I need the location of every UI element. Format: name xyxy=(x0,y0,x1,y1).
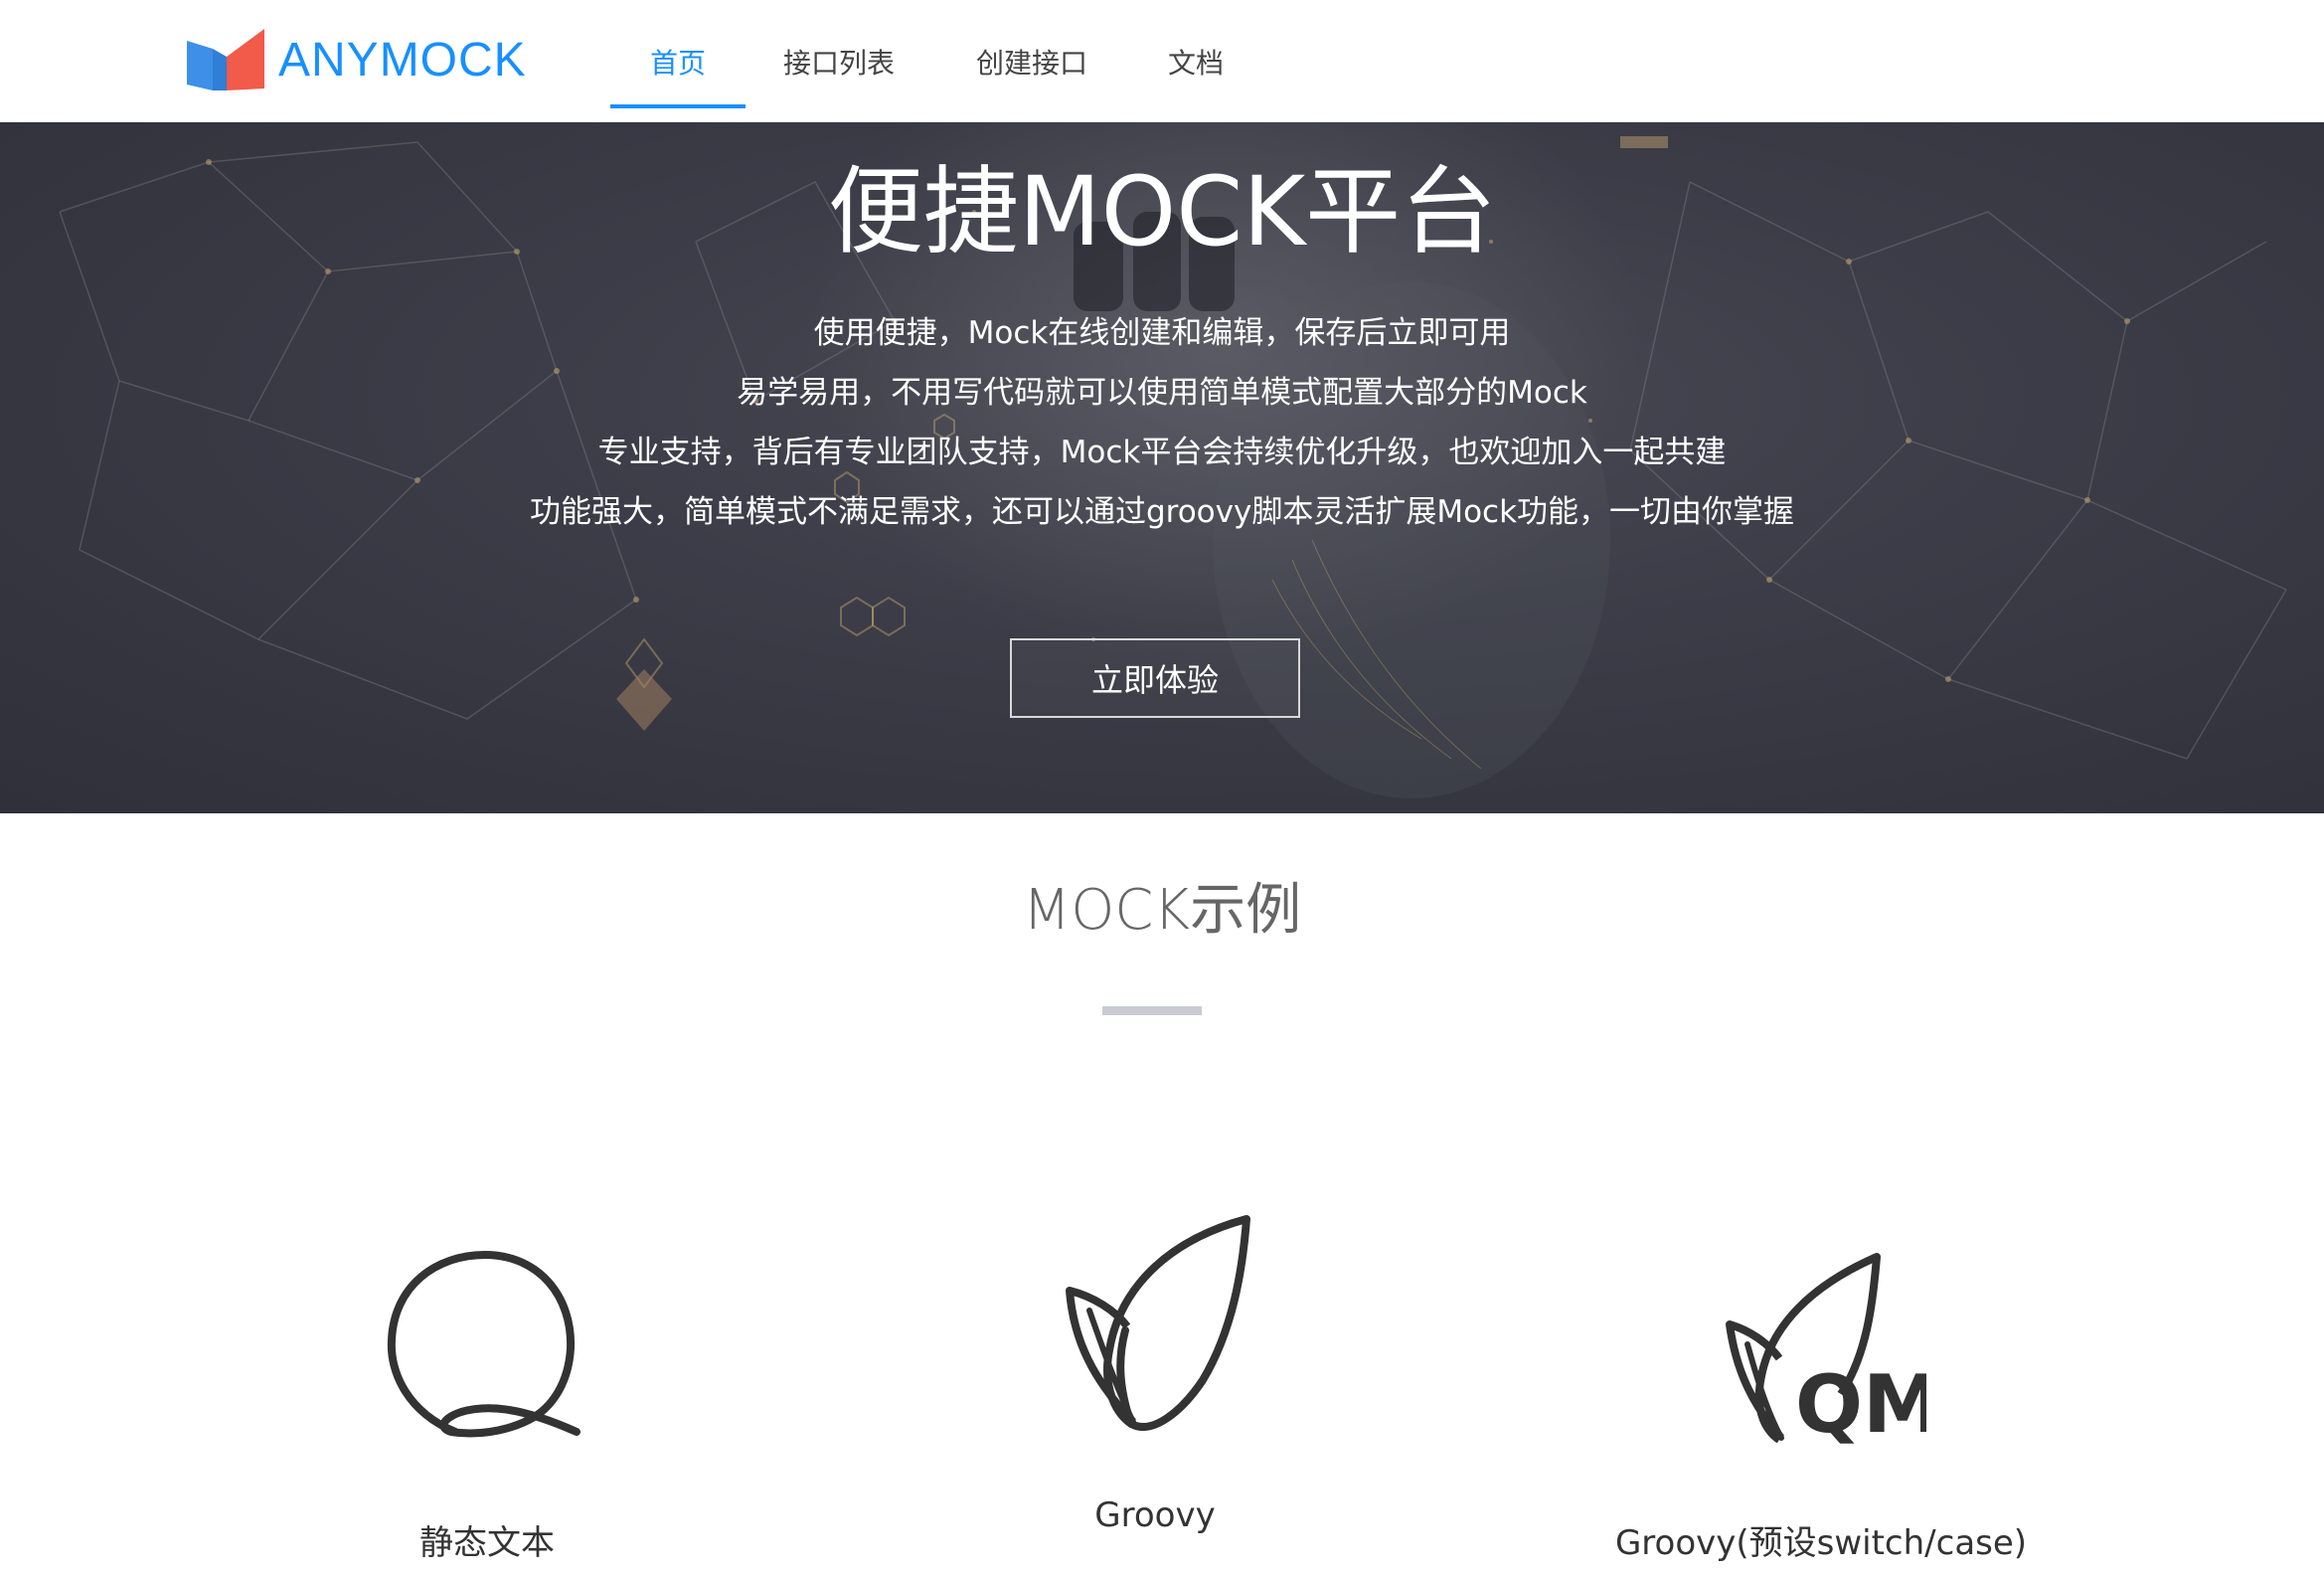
hero-line-2: 易学易用，不用写代码就可以使用简单模式配置大部分的Mock xyxy=(737,375,1587,411)
hero-banner: 便捷MOCK平台 使用便捷，Mock在线创建和编辑，保存后立即可用 易学易用，不… xyxy=(0,122,2324,813)
card-label-groovy-preset: Groovy(预设switch/case) xyxy=(1614,1523,2028,1563)
nav-item-home[interactable]: 首页 xyxy=(610,0,746,122)
main-nav: 首页 接口列表 创建接口 文档 xyxy=(610,0,1260,122)
hero-line-1: 使用便捷，Mock在线创建和编辑，保存后立即可用 xyxy=(813,315,1511,351)
q-loop-icon[interactable] xyxy=(378,1243,596,1452)
try-now-button[interactable]: 立即体验 xyxy=(1010,638,1300,718)
nav-item-api-list[interactable]: 接口列表 xyxy=(746,0,932,122)
card-label-static-text: 静态文本 xyxy=(419,1523,555,1563)
logo-icon xyxy=(187,29,264,90)
logo-text: ANYMOCK xyxy=(278,33,527,87)
leaf-icon[interactable] xyxy=(1054,1211,1272,1440)
section-title: MOCK示例 xyxy=(1022,878,1302,943)
card-label-groovy: Groovy xyxy=(1094,1495,1216,1535)
svg-text:QM: QM xyxy=(1795,1358,1926,1451)
nav-item-docs[interactable]: 文档 xyxy=(1131,0,1260,122)
nav-item-create-api[interactable]: 创建接口 xyxy=(932,0,1131,122)
logo[interactable]: ANYMOCK xyxy=(185,26,527,93)
hero-line-4: 功能强大，简单模式不满足需求，还可以通过groovy脚本灵活扩展Mock功能，一… xyxy=(529,494,1795,530)
hero-line-3: 专业支持，背后有专业团队支持，Mock平台会持续优化升级，也欢迎加入一起共建 xyxy=(597,435,1727,470)
top-navbar: ANYMOCK 首页 接口列表 创建接口 文档 xyxy=(0,0,2324,122)
leaf-qm-icon[interactable]: QM xyxy=(1718,1245,1926,1454)
hero-title: 便捷MOCK平台 xyxy=(827,156,1497,267)
section-divider xyxy=(1102,1006,1202,1015)
